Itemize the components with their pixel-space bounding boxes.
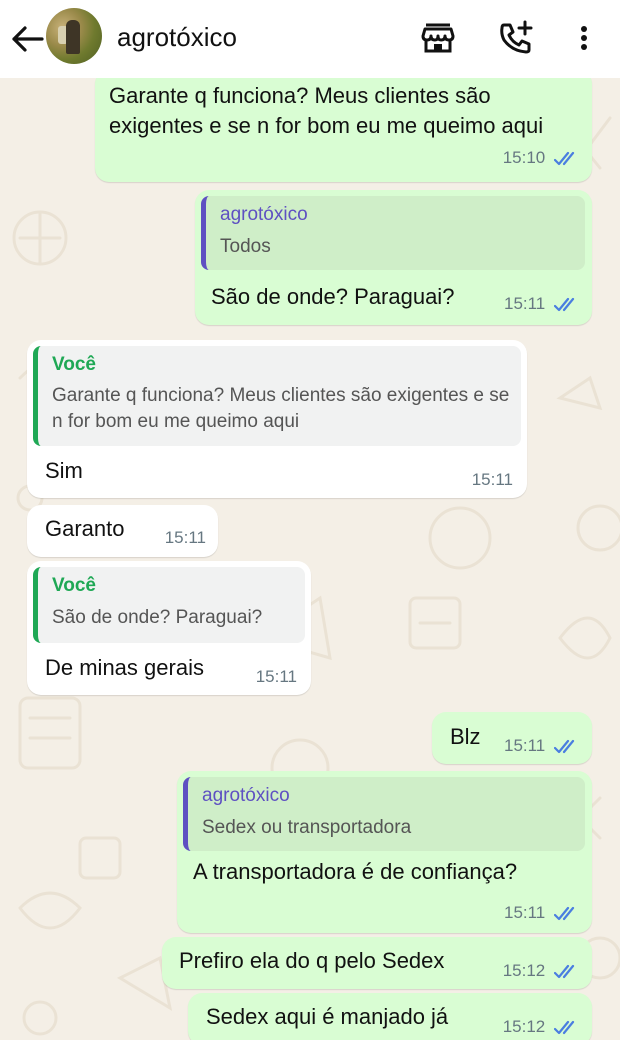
message-text: Prefiro ela do q pelo Sedex — [179, 948, 445, 973]
store-icon[interactable] — [420, 20, 456, 56]
outgoing-message[interactable]: Prefiro ela do q pelo Sedex 15:12 — [162, 937, 592, 989]
chat-header: agrotóxico — [0, 0, 620, 78]
message-time: 15:11 — [255, 667, 297, 686]
message-text: Blz — [450, 724, 481, 749]
message-meta: 15:11 — [504, 294, 580, 314]
message-time: 15:10 — [502, 148, 546, 167]
back-arrow-icon[interactable] — [8, 22, 48, 56]
contact-name[interactable]: agrotóxico — [117, 22, 237, 53]
message-time: 15:11 — [503, 736, 546, 755]
message-text: A transportadora é de confiança? — [193, 859, 518, 884]
outgoing-message-reply[interactable]: agrotóxico Todos São de onde? Paraguai? … — [195, 190, 592, 325]
message-time: 15:11 — [503, 903, 546, 922]
read-double-check-icon — [554, 906, 575, 920]
message-text: Garante q funciona? Meus clientes são ex… — [109, 83, 544, 138]
message-time: 15:12 — [502, 1017, 546, 1036]
message-text: São de onde? Paraguai? — [211, 284, 455, 309]
quote-author: agrotóxico — [202, 785, 290, 806]
quoted-message[interactable]: agrotóxico Sedex ou transportadora — [183, 777, 585, 851]
quote-author: Você — [52, 575, 97, 596]
read-double-check-icon — [554, 1020, 575, 1034]
message-text: Sedex aqui é manjado já — [206, 1004, 449, 1029]
quote-text: Todos — [220, 236, 271, 257]
message-text: Sim — [45, 458, 83, 483]
more-options-icon[interactable] — [572, 20, 596, 56]
quote-text: São de onde? Paraguai? — [52, 607, 263, 628]
message-time: 15:12 — [502, 961, 546, 980]
outgoing-message[interactable]: Garante q funciona? Meus clientes são ex… — [95, 78, 592, 182]
quote-text: Sedex ou transportadora — [202, 817, 412, 838]
incoming-message-reply[interactable]: Você São de onde? Paraguai? De minas ger… — [27, 561, 311, 695]
avatar-figure — [66, 20, 80, 54]
chat-area[interactable]: Garante q funciona? Meus clientes são ex… — [0, 78, 620, 1040]
outgoing-message-reply[interactable]: agrotóxico Sedex ou transportadora A tra… — [177, 771, 592, 933]
call-add-icon[interactable] — [498, 20, 534, 56]
quote-author: Você — [52, 354, 97, 375]
avatar[interactable] — [46, 8, 102, 64]
quoted-message[interactable]: Você Garante q funciona? Meus clientes s… — [33, 346, 521, 446]
message-time: 15:11 — [503, 294, 546, 313]
read-double-check-icon — [554, 297, 575, 311]
message-meta: 15:11 — [504, 736, 580, 756]
incoming-message-reply[interactable]: Você Garante q funciona? Meus clientes s… — [27, 340, 527, 498]
outgoing-message[interactable]: Sedex aqui é manjado já 15:12 — [188, 993, 592, 1040]
read-double-check-icon — [554, 964, 575, 978]
read-double-check-icon — [554, 151, 575, 165]
quote-author: agrotóxico — [220, 204, 308, 225]
message-meta: 15:10 — [503, 148, 580, 168]
message-text: De minas gerais — [45, 655, 204, 680]
quoted-message[interactable]: Você São de onde? Paraguai? — [33, 567, 305, 643]
quoted-message[interactable]: agrotóxico Todos — [201, 196, 585, 270]
message-time: 15:11 — [471, 470, 513, 489]
message-text: Garanto — [45, 516, 125, 541]
message-meta: 15:12 — [503, 961, 580, 981]
message-meta: 15:11 — [504, 903, 580, 923]
message-meta: 15:12 — [503, 1017, 580, 1037]
message-time: 15:11 — [164, 528, 206, 547]
read-double-check-icon — [554, 739, 575, 753]
quote-text: Garante q funciona? Meus clientes são ex… — [52, 385, 510, 432]
incoming-message[interactable]: Garanto 15:11 — [27, 505, 218, 557]
outgoing-message[interactable]: Blz 15:11 — [432, 712, 592, 764]
